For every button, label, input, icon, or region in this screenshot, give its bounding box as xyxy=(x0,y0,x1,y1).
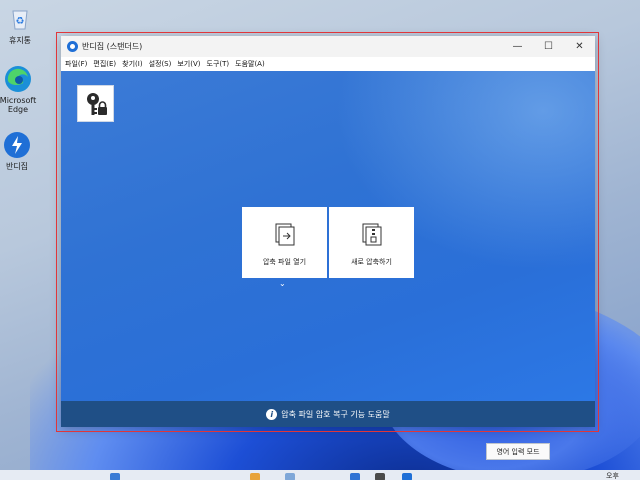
taskbar xyxy=(0,470,640,480)
bandizip-icon xyxy=(2,130,32,160)
taskbar-app-icon[interactable] xyxy=(285,473,295,480)
desktop-icon-label: 반디집 xyxy=(5,162,29,171)
start-icon[interactable] xyxy=(110,473,120,480)
desktop-icon-recycle-bin[interactable]: ♻ 휴지통 xyxy=(0,4,40,45)
taskbar-app-icon[interactable] xyxy=(250,473,260,480)
desktop-icon-bandizip[interactable]: 반디집 xyxy=(0,130,37,171)
clock: 오후 xyxy=(606,472,619,480)
svg-text:♻: ♻ xyxy=(16,16,25,27)
ime-mode-tooltip: 영어 입력 모드 xyxy=(486,443,550,460)
bandizip-taskbar-icon[interactable] xyxy=(402,473,412,480)
taskbar-app-icon[interactable] xyxy=(375,473,385,480)
selection-outline xyxy=(56,32,599,432)
recycle-bin-icon: ♻ xyxy=(5,4,35,34)
edge-icon xyxy=(3,64,33,94)
desktop-icon-label: 휴지통 xyxy=(8,36,32,45)
desktop-icon-edge[interactable]: Microsoft Edge xyxy=(0,64,38,114)
desktop-icon-label: Microsoft Edge xyxy=(0,96,37,114)
taskbar-app-icon[interactable] xyxy=(350,473,360,480)
